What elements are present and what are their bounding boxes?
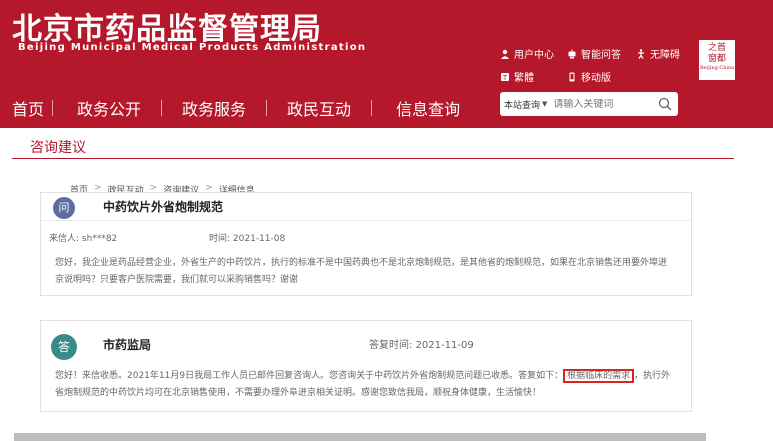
nav-government-services[interactable]: 政务服务 [162, 96, 266, 120]
answer-time-value: 2021-11-09 [415, 340, 474, 351]
search-scope-label: 本站查询 [504, 100, 541, 111]
question-time-meta: 时间: 2021-11-08 [209, 231, 285, 244]
answer-body-line1: 您好！来信收悉。2021年11月9日我局工作人员已邮件回复咨询人。您咨询关于中药… [55, 368, 691, 385]
main-nav: 首页 政务公开 政务服务 政民互动 信息查询 [0, 94, 468, 122]
answer-body-pre: 您好！来信收悉。2021年11月9日我局工作人员已邮件回复咨询人。您咨询关于中药… [55, 371, 564, 381]
question-body: 您好，我企业是药品经营企业，外省生产的中药饮片，执行的标准不是中国药典也不是北京… [55, 255, 689, 289]
sender-value: sh***82 [81, 234, 118, 244]
capital-seal-logo: 之首 窗都 Beijing·China [699, 40, 735, 80]
answer-title: 市药监局 [103, 338, 152, 352]
nav-information-query[interactable]: 信息查询 [372, 96, 468, 120]
search-scope-select[interactable]: 本站查询 ▼ [500, 98, 547, 111]
question-time-value: 2021-11-08 [232, 234, 286, 244]
traditional-chinese-link[interactable]: T 繁體 [500, 69, 534, 84]
answer-card: 答 市药监局 答复时间: 2021-11-09 您好！来信收悉。2021年11月… [40, 320, 692, 412]
highlighted-phrase: 根据临床的需求 [563, 369, 635, 383]
user-center-link[interactable]: 用户中心 [500, 46, 554, 61]
user-center-label: 用户中心 [514, 50, 554, 61]
traditional-chinese-label: 繁體 [514, 73, 534, 84]
caret-down-icon: ▼ [542, 100, 548, 108]
mobile-version-link[interactable]: 移动版 [567, 69, 611, 84]
search-box: 本站查询 ▼ [500, 92, 678, 116]
traditional-chinese-icon: T [500, 72, 510, 82]
sender-label: 来信人: [49, 234, 80, 244]
search-icon[interactable] [658, 97, 672, 111]
question-body-line1: 您好，我企业是药品经营企业，外省生产的中药饮片，执行的标准不是中国药典也不是北京… [55, 258, 668, 268]
question-badge: 问 [53, 197, 75, 219]
answer-body-line2: 省炮制规范的中药饮片均可在北京销售使用，不需要办理外阜进京相关证明。感谢您致信我… [55, 388, 542, 398]
sender-meta: 来信人: sh***82 [49, 231, 117, 244]
seal-line3: Beijing·China [700, 65, 735, 71]
user-icon [500, 49, 510, 59]
mobile-phone-icon [567, 72, 577, 82]
accessibility-link[interactable]: 无障碍 [636, 46, 680, 61]
site-header: 北京市药品监督管理局 Beijing Municipal Medical Pro… [0, 0, 773, 128]
site-title-en: Beijing Municipal Medical Products Admin… [18, 42, 367, 53]
answer-time-label: 答复时间: [369, 340, 413, 351]
question-divider [41, 220, 691, 221]
seal-line2: 窗都 [707, 54, 726, 64]
nav-home[interactable]: 首页 [0, 96, 52, 120]
smart-qa-link[interactable]: 智能问答 [567, 46, 621, 61]
question-time-label: 时间: [209, 234, 231, 244]
answer-time-meta: 答复时间: 2021-11-09 [369, 336, 474, 351]
section-divider [12, 158, 734, 159]
question-card: 问 中药饮片外省炮制规范 来信人: sh***82 时间: 2021-11-08… [40, 192, 692, 296]
answer-body-post: ，执行外 [634, 371, 671, 381]
accessibility-label: 无障碍 [650, 50, 680, 61]
nav-government-affairs[interactable]: 政务公开 [53, 96, 161, 120]
accessibility-icon [636, 48, 646, 59]
question-title: 中药饮片外省炮制规范 [103, 200, 224, 214]
nav-public-interaction[interactable]: 政民互动 [267, 96, 371, 120]
mobile-version-label: 移动版 [581, 73, 611, 84]
seal-line1: 之首 [707, 43, 726, 53]
horizontal-scrollbar[interactable] [14, 433, 706, 441]
answer-badge: 答 [51, 334, 77, 360]
robot-icon [567, 49, 577, 59]
search-input[interactable] [553, 98, 650, 110]
section-title: 咨询建议 [30, 140, 86, 156]
question-body-line2: 京说明吗？只要客户医院需要，我们就可以采购销售吗？谢谢 [55, 275, 299, 285]
smart-qa-label: 智能问答 [581, 50, 621, 61]
svg-text:T: T [502, 74, 508, 82]
answer-body: 您好！来信收悉。2021年11月9日我局工作人员已邮件回复咨询人。您咨询关于中药… [55, 368, 691, 402]
